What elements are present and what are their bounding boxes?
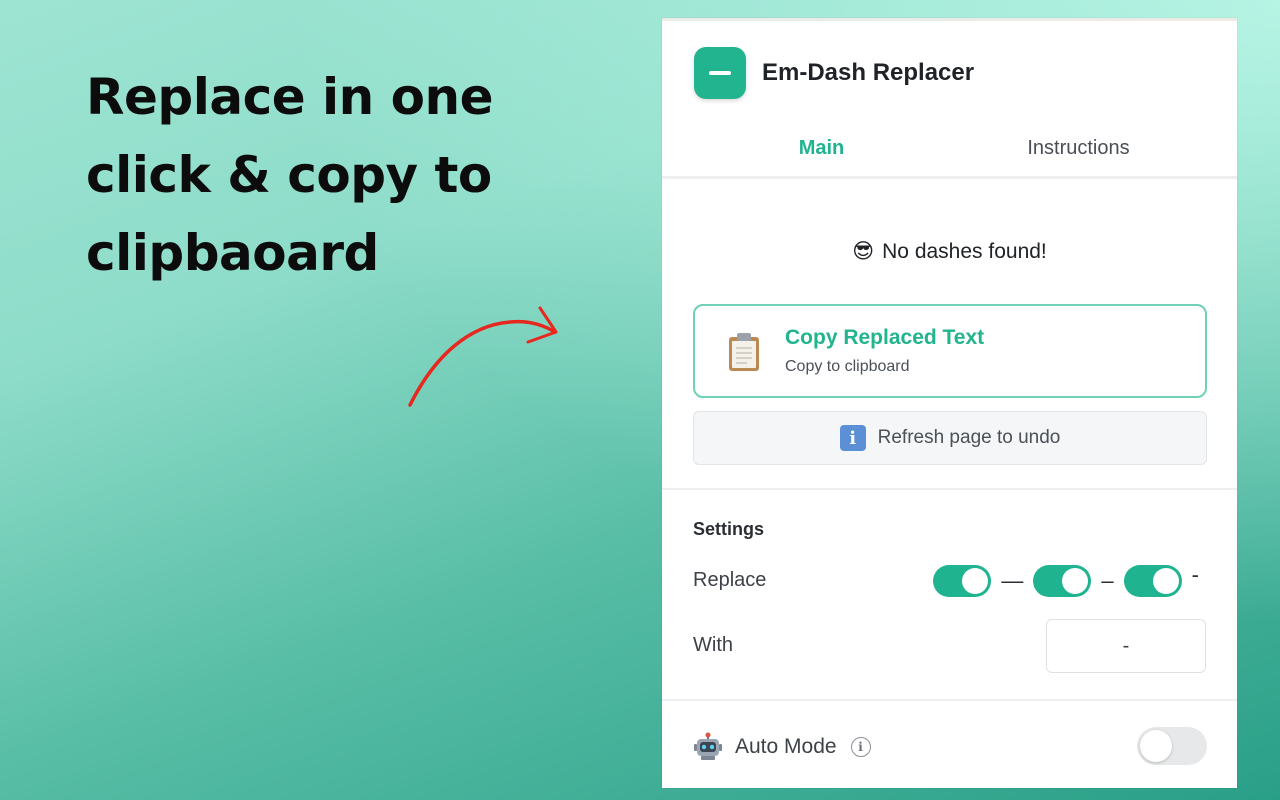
copy-replaced-text-button[interactable]: Copy Replaced Text Copy to clipboard (693, 304, 1207, 398)
hyphen-glyph: - (1191, 562, 1199, 587)
auto-mode-toggle[interactable] (1137, 727, 1207, 765)
undo-button-label: Refresh page to undo (877, 427, 1061, 448)
auto-mode-info-icon[interactable]: i (850, 737, 871, 757)
auto-mode-row: Auto Mode i (693, 727, 1207, 767)
en-dash-glyph: – (1101, 568, 1114, 593)
with-label: With (693, 634, 733, 656)
toggle-em-dash[interactable] (933, 565, 992, 597)
section-divider-2 (662, 699, 1237, 701)
dash-toggles: — – - (933, 562, 1199, 597)
clipboard-icon (729, 333, 759, 371)
robot-icon (694, 732, 722, 760)
settings-title: Settings (693, 519, 765, 539)
popup-header: Em-Dash Replacer (694, 47, 974, 99)
tab-instructions[interactable]: Instructions (950, 125, 1207, 179)
em-dash-glyph: — (1001, 568, 1024, 593)
replacement-input[interactable] (1046, 619, 1206, 673)
copy-button-subtitle: Copy to clipboard (785, 358, 910, 375)
promo-line-1: Replace in one (86, 68, 494, 126)
extension-popup: Em-Dash Replacer Main Instructions 😎 No d… (662, 18, 1237, 788)
app-title: Em-Dash Replacer (762, 59, 975, 86)
tab-divider (662, 176, 1237, 179)
replace-label: Replace (693, 569, 767, 591)
refresh-undo-button[interactable]: i Refresh page to undo (693, 411, 1207, 465)
sunglasses-emoji-icon: 😎 (852, 240, 875, 263)
info-icon: i (839, 425, 866, 451)
status-message: 😎 No dashes found! (662, 239, 1237, 264)
red-arrow-icon (408, 306, 558, 407)
app-logo-icon (694, 47, 746, 99)
toggle-en-dash[interactable] (1033, 565, 1092, 597)
tab-main[interactable]: Main (693, 125, 950, 179)
status-text: No dashes found! (882, 240, 1047, 263)
tab-bar: Main Instructions (693, 125, 1207, 179)
auto-mode-label: Auto Mode (735, 735, 837, 758)
copy-button-label: Copy Replaced Text (785, 326, 985, 349)
promo-line-3: clipbaoard (86, 224, 379, 282)
section-divider (662, 488, 1237, 490)
promo-headline: Replace in one click & copy to clipbaoar… (86, 58, 546, 292)
toggle-hyphen[interactable] (1123, 565, 1182, 597)
promo-line-2: click & copy to (86, 146, 492, 204)
